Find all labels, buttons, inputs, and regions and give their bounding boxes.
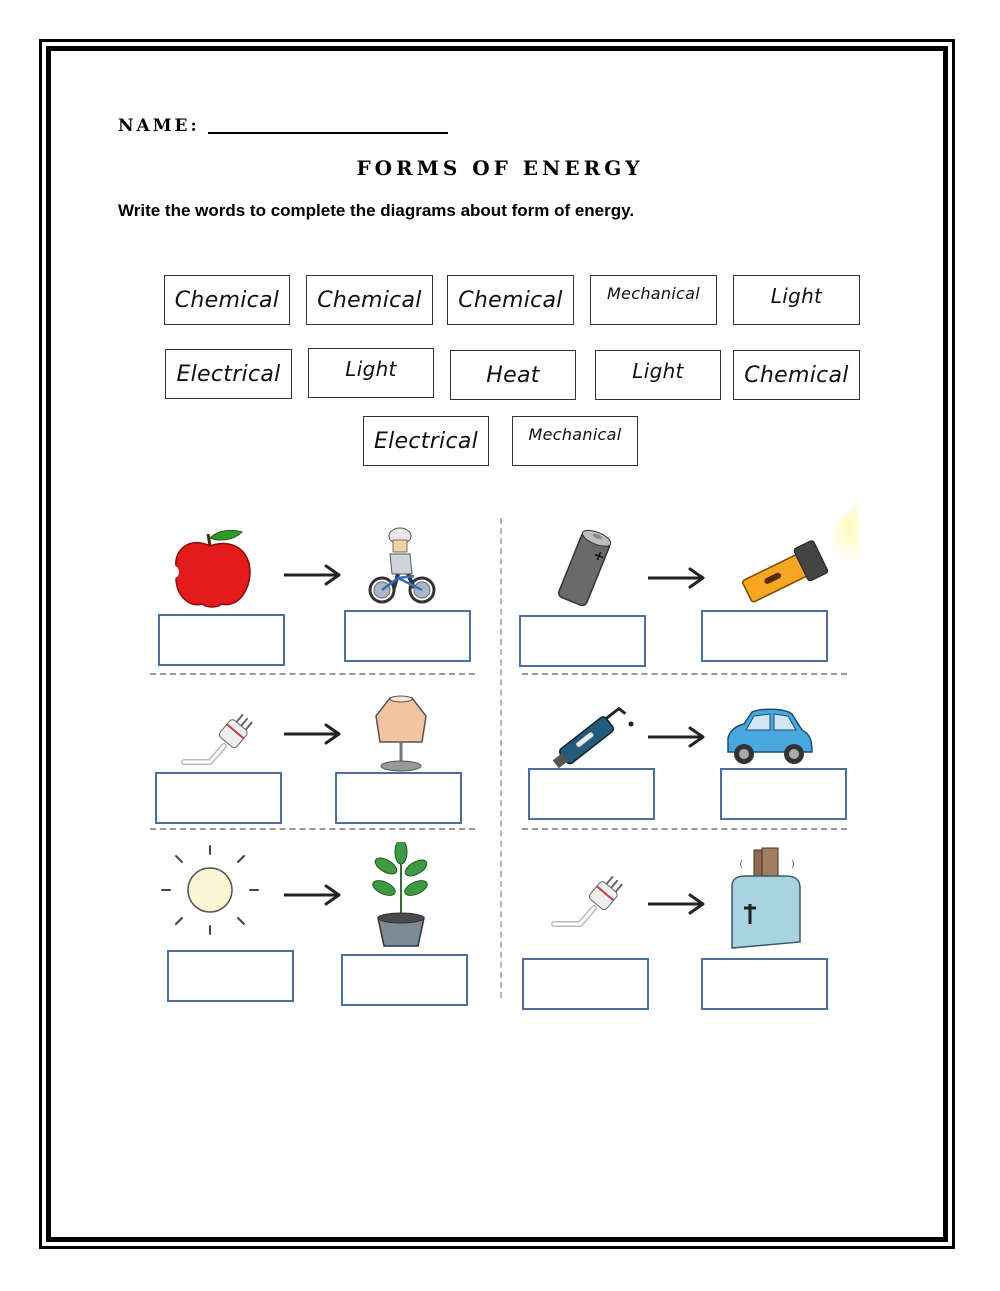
sun-icon — [161, 845, 259, 935]
word-chip[interactable]: Heat — [450, 350, 576, 400]
name-label: NAME: — [118, 116, 200, 136]
horizontal-divider — [150, 828, 475, 830]
answer-box-car[interactable] — [720, 768, 847, 820]
arrow-icon — [282, 722, 344, 746]
word-chip[interactable]: Mechanical — [512, 416, 638, 466]
toaster-icon — [731, 847, 801, 949]
answer-box-toaster[interactable] — [701, 958, 828, 1010]
apple-icon — [170, 529, 251, 608]
answer-box-flashlight[interactable] — [701, 610, 828, 662]
word-chip[interactable]: Chemical — [733, 350, 860, 400]
name-input-line[interactable] — [207, 118, 448, 134]
flashlight-icon — [742, 500, 860, 603]
horizontal-divider — [522, 673, 847, 675]
word-chip[interactable]: Chemical — [306, 275, 433, 325]
word-chip[interactable]: Electrical — [363, 416, 489, 466]
horizontal-divider — [150, 673, 475, 675]
worksheet-title: Forms of Energy — [356, 156, 644, 180]
word-chip[interactable]: Light — [308, 348, 434, 398]
arrow-icon — [646, 725, 708, 749]
word-chip[interactable]: Chemical — [164, 275, 290, 325]
arrow-icon — [282, 883, 344, 907]
car-icon — [727, 708, 813, 764]
vertical-divider — [500, 518, 502, 998]
name-field: NAME: — [118, 116, 448, 136]
answer-box-fuel[interactable] — [528, 768, 655, 820]
horizontal-divider — [522, 828, 847, 830]
cyclist-icon — [368, 527, 436, 604]
word-chip[interactable]: Light — [595, 350, 721, 400]
word-chip[interactable]: Electrical — [165, 349, 292, 399]
word-chip[interactable]: Light — [733, 275, 860, 325]
arrow-icon — [646, 566, 708, 590]
word-chip[interactable]: Mechanical — [590, 275, 717, 325]
answer-box-lamp[interactable] — [335, 772, 462, 824]
arrow-icon — [282, 563, 344, 587]
answer-box-plug-2[interactable] — [522, 958, 649, 1010]
answer-box-apple[interactable] — [158, 614, 285, 666]
fuel-nozzle-icon — [552, 706, 634, 768]
lamp-icon — [375, 695, 427, 772]
arrow-icon — [646, 892, 708, 916]
answer-box-battery[interactable] — [519, 615, 646, 667]
answer-box-sun[interactable] — [167, 950, 294, 1002]
plant-icon — [372, 842, 428, 947]
plug-icon — [551, 875, 623, 927]
answer-box-cyclist[interactable] — [344, 610, 471, 662]
instruction-text: Write the words to complete the diagrams… — [118, 201, 635, 220]
answer-box-plug[interactable] — [155, 772, 282, 824]
word-chip[interactable]: Chemical — [447, 275, 574, 325]
answer-box-plant[interactable] — [341, 954, 468, 1006]
plug-icon — [181, 713, 253, 765]
battery-icon: + — [557, 529, 612, 607]
